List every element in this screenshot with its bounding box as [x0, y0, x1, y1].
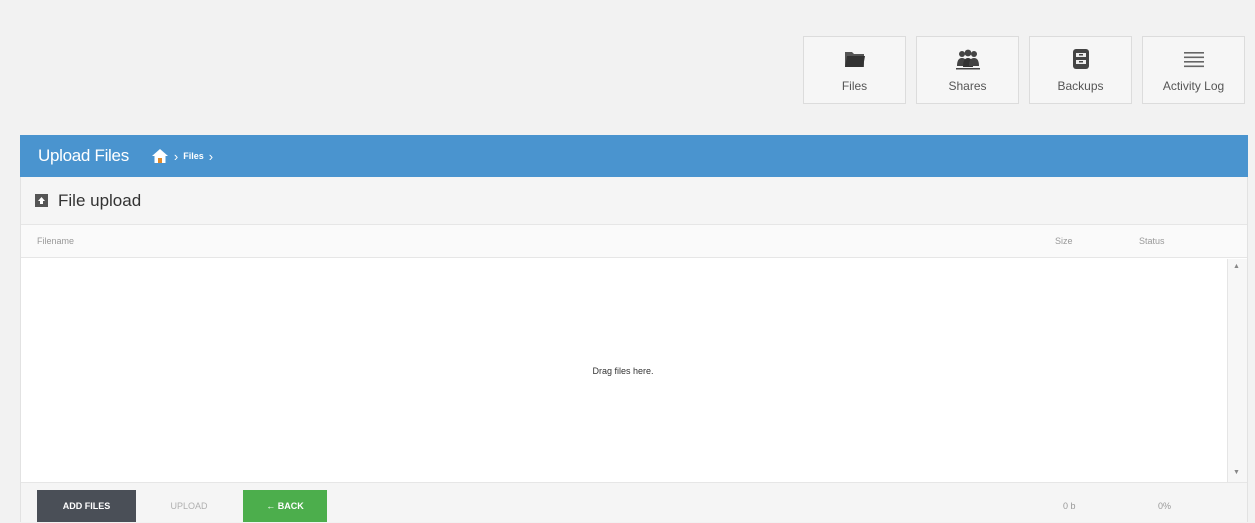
file-dropzone[interactable]: Drag files here. — [21, 259, 1225, 482]
breadcrumb-files[interactable]: Files — [183, 151, 204, 161]
nav-backups-label: Backups — [1057, 79, 1104, 93]
column-status: Status — [1139, 236, 1165, 246]
home-icon[interactable] — [151, 148, 169, 164]
scroll-up-icon[interactable]: ▲ — [1233, 263, 1240, 270]
nav-activity-log-button[interactable]: Activity Log — [1142, 36, 1245, 104]
column-size: Size — [1055, 236, 1073, 246]
nav-files-button[interactable]: Files — [803, 36, 906, 104]
nav-files-label: Files — [841, 79, 868, 93]
add-files-button[interactable]: ADD FILES — [37, 490, 136, 522]
upload-progress: 0% — [1158, 501, 1172, 511]
nav-activity-log-label: Activity Log — [1162, 79, 1225, 93]
folder-icon — [844, 52, 865, 67]
panel-title: File upload — [58, 190, 142, 210]
archive-icon — [1072, 49, 1089, 69]
list-icon — [1183, 52, 1204, 68]
page-header: Upload Files › Files › — [20, 135, 1248, 177]
chevron-right-icon: › — [173, 148, 179, 164]
top-navigation: Files Shares Backups Activity Log — [803, 36, 1245, 104]
file-list-scrollbar[interactable]: ▲ ▼ — [1227, 259, 1247, 482]
users-icon — [955, 49, 980, 70]
drop-message: Drag files here. — [592, 365, 654, 376]
nav-backups-button[interactable]: Backups — [1029, 36, 1132, 104]
panel-title-bar: File upload — [21, 177, 1247, 225]
upload-footer: ADD FILES UPLOAD ← BACK 0 b 0% — [21, 482, 1247, 522]
column-filename: Filename — [37, 236, 75, 246]
scroll-down-icon[interactable]: ▼ — [1233, 469, 1240, 476]
nav-shares-label: Shares — [948, 79, 987, 93]
nav-shares-button[interactable]: Shares — [916, 36, 1019, 104]
breadcrumb: › Files › — [151, 148, 218, 164]
page-title: Upload Files — [38, 146, 129, 165]
upload-panel: File upload Filename Size Status Drag fi… — [20, 177, 1248, 522]
total-size: 0 b — [1063, 501, 1076, 511]
file-table-header: Filename Size Status — [21, 225, 1247, 258]
upload-icon — [35, 194, 48, 207]
upload-button[interactable]: UPLOAD — [159, 490, 219, 522]
back-button[interactable]: ← BACK — [243, 490, 327, 522]
chevron-right-icon: › — [208, 148, 214, 164]
